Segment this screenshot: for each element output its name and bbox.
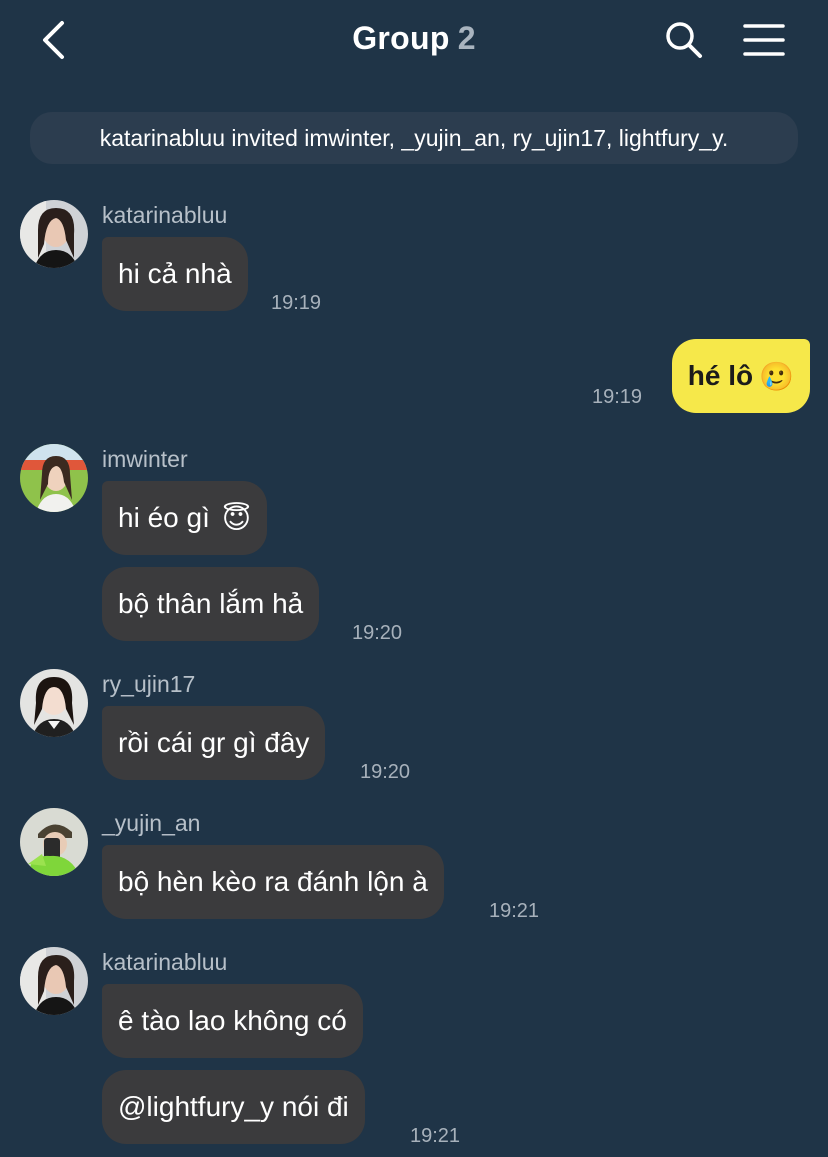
chat-header: Group 2 (0, 0, 828, 84)
message-time: 19:20 (352, 622, 403, 644)
avatar-katarinabluu[interactable] (20, 200, 88, 268)
message-bubble[interactable]: hi éo gì 😇 (102, 481, 268, 555)
my-message-bubble[interactable]: hé lô 🥲 (671, 339, 810, 413)
message-text: bộ thân lắm hả (118, 588, 304, 619)
search-icon (666, 22, 702, 58)
sender-name: katarinabluu (102, 949, 228, 975)
message-bubble[interactable]: rồi cái gr gì đây (102, 706, 326, 780)
search-button[interactable] (664, 20, 704, 60)
message-bubble[interactable]: hi cả nhà (102, 237, 248, 311)
message-text: ê tào lao không có (118, 1005, 347, 1036)
message-text: hé lô (687, 360, 754, 391)
avatar-_yujin_an[interactable] (20, 808, 88, 876)
sender-name: ry_ujin17 (102, 671, 196, 697)
avatar-ry_ujin17[interactable] (20, 669, 88, 737)
avatar-imwinter[interactable] (20, 444, 88, 512)
avatar-katarinabluu[interactable] (20, 947, 88, 1015)
sender-name: katarinabluu (102, 202, 228, 228)
sender-name: _yujin_an (102, 810, 201, 836)
message-bubble[interactable]: bộ hèn kèo ra đánh lộn à (102, 845, 444, 919)
message-text: hi cả nhà (118, 258, 232, 289)
message-text: @lightfury_y nói đi (118, 1091, 349, 1122)
member-count: 2 (457, 20, 476, 56)
message-text: rồi cái gr gì đây (118, 727, 310, 758)
group-name: Group (352, 20, 450, 56)
menu-icon (743, 24, 785, 56)
message-time: 19:21 (489, 900, 540, 922)
message-bubble[interactable]: ê tào lao không có (102, 984, 363, 1058)
menu-button[interactable] (742, 20, 786, 60)
message-text: bộ hèn kèo ra đánh lộn à (118, 866, 428, 897)
message-text: hi éo gì (118, 502, 210, 533)
message-time: 19:21 (410, 1125, 461, 1147)
message-time: 19:19 (271, 292, 322, 314)
system-notice: katarinabluu invited imwinter, _yujin_an… (30, 112, 798, 164)
smiling-halo-emoji-icon: 😇 (221, 501, 252, 535)
message-time: 19:19 (592, 386, 643, 408)
message-bubble[interactable]: @lightfury_y nói đi (102, 1070, 365, 1144)
sender-name: imwinter (102, 446, 188, 472)
crying-smile-emoji-icon: 🥲 (759, 359, 794, 393)
message-time: 19:20 (360, 761, 411, 783)
message-bubble[interactable]: bộ thân lắm hả (102, 567, 320, 641)
